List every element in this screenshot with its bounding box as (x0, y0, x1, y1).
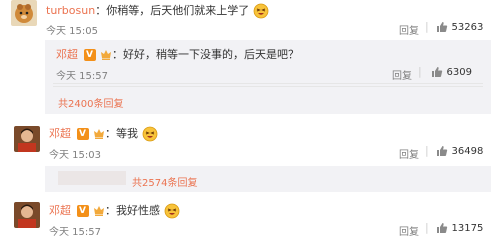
reply-button[interactable]: 回复 (399, 146, 419, 161)
separator: | (425, 20, 429, 33)
separator: | (418, 65, 422, 78)
like-button[interactable]: 36498 (435, 144, 483, 157)
laughing-emoji-icon (253, 3, 269, 19)
thumbs-up-icon (436, 222, 448, 234)
like-button[interactable]: 53263 (435, 20, 483, 33)
blurred-region (58, 171, 126, 185)
comment-1: turbosun：你稍等，后天他们就来上学了 今天 15:05 回复 | 532… (0, 0, 495, 40)
verified-v-icon: V (76, 128, 89, 140)
like-count: 6309 (446, 67, 472, 78)
separator: | (425, 221, 429, 234)
avatar[interactable] (11, 0, 37, 26)
comment-text: ：等我 (105, 127, 138, 140)
thumbs-up-icon (436, 145, 448, 157)
like-button[interactable]: 13175 (435, 221, 483, 234)
more-replies-link[interactable]: 共2400条回复 (58, 95, 123, 110)
comment-4: 邓超 V ：我好性感 (49, 202, 180, 219)
like-button[interactable]: 6309 (430, 65, 472, 78)
like-count: 36498 (451, 146, 484, 157)
separator: | (425, 144, 429, 157)
like-count: 13175 (451, 223, 484, 234)
comment-time: 今天 15:05 (46, 26, 98, 37)
reply-button[interactable]: 回复 (399, 223, 419, 238)
comment-time: 今天 15:57 (56, 71, 108, 82)
thumbs-up-icon (431, 66, 443, 78)
comment-text: ：你稍等，后天他们就来上学了 (95, 4, 250, 17)
avatar[interactable] (14, 202, 40, 228)
comment-time: 今天 15:03 (49, 150, 101, 161)
username[interactable]: 邓超 (49, 127, 71, 140)
nested-reply: 邓超 V ：好好，稍等一下没事的，后天是吧？ (56, 46, 299, 62)
comment-text: ：我好性感 (105, 204, 160, 217)
more-replies-link[interactable]: 共2574条回复 (132, 174, 197, 189)
comment-time: 今天 15:57 (49, 227, 101, 238)
comment-text: ：好好，稍等一下没事的，后天是吧？ (112, 48, 299, 61)
verified-v-icon: V (76, 205, 89, 217)
reply-button[interactable]: 回复 (392, 67, 412, 82)
divider (53, 83, 483, 84)
username[interactable]: 邓超 (49, 204, 71, 217)
username[interactable]: turbosun (46, 4, 95, 17)
like-count: 53263 (451, 22, 484, 33)
reply-button[interactable]: 回复 (399, 22, 419, 37)
avatar[interactable] (14, 126, 40, 152)
comment-3: 邓超 V ：等我 (49, 125, 158, 142)
divider (53, 86, 483, 87)
member-level-icon (93, 205, 105, 217)
member-level-icon (100, 49, 112, 61)
thumbs-up-icon (436, 21, 448, 33)
verified-v-icon: V (83, 49, 96, 61)
member-level-icon (93, 128, 105, 140)
laughing-emoji-icon (164, 203, 180, 219)
laughing-emoji-icon (142, 126, 158, 142)
username[interactable]: 邓超 (56, 48, 78, 61)
